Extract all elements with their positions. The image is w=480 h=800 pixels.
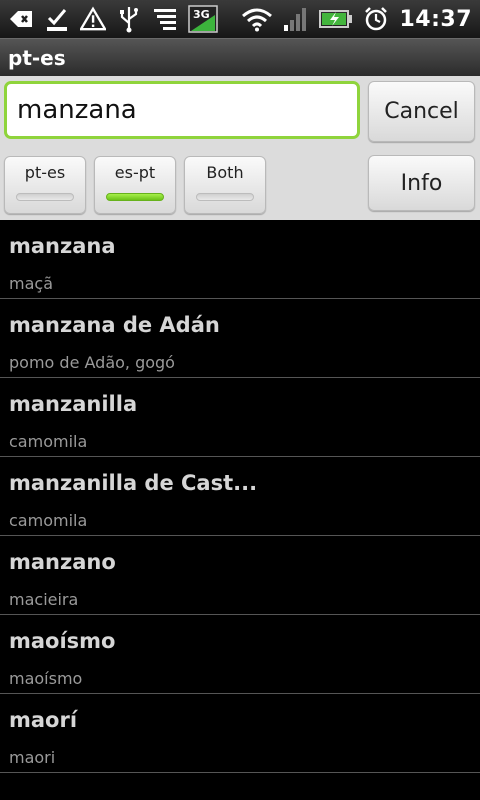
menu-list-icon: [152, 6, 178, 32]
result-term: manzana: [9, 234, 116, 258]
toggle-both[interactable]: Both: [184, 156, 266, 214]
result-term: maoísmo: [9, 629, 116, 653]
network-label: 3G: [193, 8, 210, 21]
result-term: manzana de Adán: [9, 313, 220, 337]
result-term: maorí: [9, 708, 78, 732]
results-list: manzana maçã manzana de Adán pomo de Adã…: [0, 220, 480, 800]
result-term: manzano: [9, 550, 116, 574]
result-translation: camomila: [9, 511, 88, 530]
toggle-indicator: [106, 193, 164, 201]
signal-bars-icon: [283, 6, 309, 32]
clock-time: 14:37: [399, 6, 472, 32]
result-term: manzanilla de Cast...: [9, 471, 258, 495]
result-term: manzanilla: [9, 392, 138, 416]
title-bar: pt-es: [0, 38, 480, 76]
warning-icon: [80, 6, 106, 32]
result-translation: maoísmo: [9, 669, 83, 688]
search-input[interactable]: [4, 81, 360, 139]
toggle-indicator: [16, 193, 74, 201]
toggle-es-pt[interactable]: es-pt: [94, 156, 176, 214]
toggle-pt-es[interactable]: pt-es: [4, 156, 86, 214]
result-translation: camomila: [9, 432, 88, 451]
result-translation: pomo de Adão, gogó: [9, 353, 175, 372]
list-item[interactable]: manzanilla camomila: [0, 378, 480, 457]
list-item[interactable]: manzano macieira: [0, 536, 480, 615]
list-item[interactable]: manzana de Adán pomo de Adão, gogó: [0, 299, 480, 378]
result-translation: maçã: [9, 274, 53, 293]
toggle-label: es-pt: [114, 163, 156, 182]
list-item[interactable]: manzana maçã: [0, 220, 480, 299]
battery-charging-icon: [319, 6, 353, 32]
status-bar: 3G 14:37: [0, 0, 480, 38]
3g-icon: 3G: [188, 5, 218, 33]
cancel-button[interactable]: Cancel: [368, 81, 475, 142]
search-panel: Cancel pt-es es-pt Both Info: [0, 76, 480, 220]
download-done-icon: [44, 6, 70, 32]
result-translation: maori: [9, 748, 56, 767]
result-translation: macieira: [9, 590, 79, 609]
wifi-icon: [241, 6, 273, 32]
page-title: pt-es: [8, 45, 66, 70]
list-item[interactable]: maoísmo maoísmo: [0, 615, 480, 694]
toggle-label: Both: [206, 163, 244, 182]
list-item[interactable]: maorí maori: [0, 694, 480, 773]
toggle-label: pt-es: [24, 163, 66, 182]
alarm-clock-icon: [363, 6, 389, 32]
list-item[interactable]: manzanilla de Cast... camomila: [0, 457, 480, 536]
back-arrow-icon: [8, 6, 34, 32]
toggle-indicator: [196, 193, 254, 201]
usb-icon: [116, 6, 142, 33]
info-button[interactable]: Info: [368, 155, 475, 211]
